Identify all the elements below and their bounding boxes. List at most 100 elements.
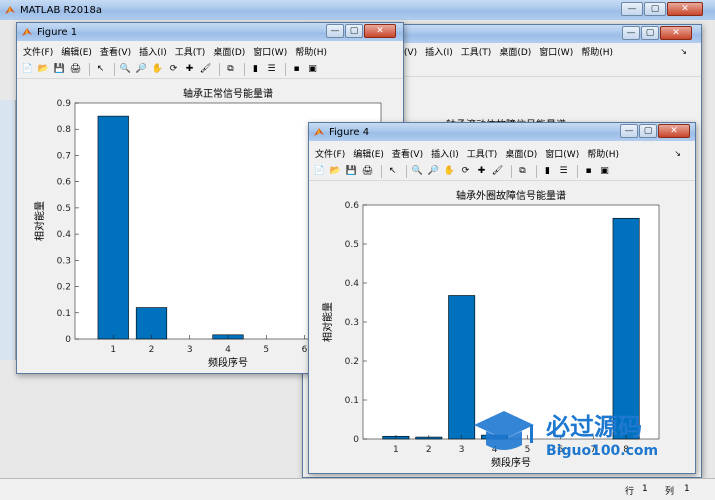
figure1-menu-help[interactable]: 帮助(H) — [295, 45, 327, 58]
figure1-menu-window[interactable]: 窗口(W) — [253, 45, 287, 58]
y-tick-label: 0.5 — [345, 240, 359, 250]
figure1-menu-desktop[interactable]: 桌面(D) — [213, 45, 245, 58]
pan-icon[interactable]: ✋ — [443, 165, 456, 178]
figure4-menu-file[interactable]: 文件(F) — [315, 147, 345, 160]
y-tick-label: 0.6 — [57, 178, 72, 188]
new-figure-icon[interactable]: 📄 — [313, 165, 326, 178]
y-tick-label: 0.8 — [57, 125, 72, 135]
figure1-toolbar: 📄 📂 💾 🖨 ↖ 🔍 🔎 ✋ ⟳ ✚ 🖌 ⧉ ▮ ☰ ▪ ▣ — [17, 61, 403, 79]
zoom-out-icon[interactable]: 🔎 — [135, 63, 148, 76]
zoom-out-icon[interactable]: 🔎 — [427, 165, 440, 178]
pan-icon[interactable]: ✋ — [151, 63, 164, 76]
figure3-dock-icon[interactable]: ↘ — [680, 47, 687, 56]
brush-icon[interactable]: 🖌 — [199, 63, 212, 76]
y-tick-label: 0.2 — [345, 357, 359, 367]
legend-icon[interactable]: ☰ — [557, 165, 570, 178]
data-cursor-icon[interactable]: ✚ — [183, 63, 196, 76]
link-plot-icon[interactable]: ⧉ — [224, 63, 237, 76]
rotate-icon[interactable]: ⟳ — [167, 63, 180, 76]
colorbar-icon[interactable]: ▮ — [541, 165, 554, 178]
show-plot-tools-icon[interactable]: ▣ — [598, 165, 611, 178]
y-axis-label: 相对能量 — [321, 302, 334, 342]
figure4-menubar: 文件(F) 编辑(E) 查看(V) 插入(I) 工具(T) 桌面(D) 窗口(W… — [309, 145, 695, 161]
figure4-menu-help[interactable]: 帮助(H) — [587, 147, 619, 160]
watermark-brand: 必过源码 — [546, 413, 642, 441]
figure3-menu-desktop[interactable]: 桌面(D) — [499, 45, 531, 58]
y-tick-label: 0.2 — [57, 283, 71, 293]
matlab-logo-icon — [5, 6, 15, 14]
matlab-title: MATLAB R2018a — [20, 4, 103, 16]
x-tick-label: 3 — [187, 345, 193, 355]
figure3-menu-window[interactable]: 窗口(W) — [539, 45, 573, 58]
new-figure-icon[interactable]: 📄 — [21, 63, 34, 76]
x-tick-label: 3 — [459, 445, 465, 455]
figure1-title: Figure 1 — [37, 26, 78, 38]
show-plot-tools-icon[interactable]: ▣ — [306, 63, 319, 76]
hide-plot-tools-icon[interactable]: ▪ — [290, 63, 303, 76]
zoom-in-icon[interactable]: 🔍 — [119, 63, 132, 76]
figure4-menu-insert[interactable]: 插入(I) — [431, 147, 459, 160]
print-icon[interactable]: 🖨 — [69, 63, 82, 76]
figure4-maximize-button[interactable]: ▢ — [639, 124, 657, 138]
legend-icon[interactable]: ☰ — [265, 63, 278, 76]
open-file-icon[interactable]: 📂 — [37, 63, 50, 76]
zoom-in-icon[interactable]: 🔍 — [411, 165, 424, 178]
figure3-menu-help[interactable]: 帮助(H) — [581, 45, 613, 58]
y-tick-label: 0.5 — [57, 204, 71, 214]
rotate-icon[interactable]: ⟳ — [459, 165, 472, 178]
save-icon[interactable]: 💾 — [53, 63, 66, 76]
x-tick-label: 6 — [302, 345, 308, 355]
figure3-menu-insert[interactable]: 插入(I) — [425, 45, 453, 58]
figure3-menu-tools[interactable]: 工具(T) — [461, 45, 492, 58]
figure1-menu-edit[interactable]: 编辑(E) — [61, 45, 92, 58]
x-tick-label: 4 — [225, 345, 231, 355]
figure1-close-button[interactable]: ✕ — [364, 24, 396, 38]
status-row-value: 1 — [642, 484, 648, 494]
pointer-icon[interactable]: ↖ — [94, 63, 107, 76]
toolbar-separator — [511, 165, 512, 178]
figure3-minimize-button[interactable]: — — [622, 26, 640, 40]
open-file-icon[interactable]: 📂 — [329, 165, 342, 178]
status-col-value: 1 — [684, 484, 690, 494]
link-plot-icon[interactable]: ⧉ — [516, 165, 529, 178]
figure4-close-button[interactable]: ✕ — [658, 124, 690, 138]
figure1-maximize-button[interactable]: ▢ — [345, 24, 363, 38]
matlab-window-controls: — ▢ ✕ — [620, 2, 703, 16]
figure4-minimize-button[interactable]: — — [620, 124, 638, 138]
figure3-close-button[interactable]: ✕ — [660, 26, 692, 40]
y-tick-label: 0.4 — [57, 230, 72, 240]
pointer-icon[interactable]: ↖ — [386, 165, 399, 178]
colorbar-icon[interactable]: ▮ — [249, 63, 262, 76]
figure4-menu-window[interactable]: 窗口(W) — [545, 147, 579, 160]
maximize-button[interactable]: ▢ — [644, 2, 666, 16]
print-icon[interactable]: 🖨 — [361, 165, 374, 178]
minimize-button[interactable]: — — [621, 2, 643, 16]
brush-icon[interactable]: 🖌 — [491, 165, 504, 178]
bar-1 — [97, 115, 129, 340]
y-axis-label: 相对能量 — [33, 201, 46, 241]
chart-title: 轴承正常信号能量谱 — [183, 87, 273, 100]
figure1-menu-file[interactable]: 文件(F) — [23, 45, 53, 58]
toolbar-separator — [577, 165, 578, 178]
figure3-maximize-button[interactable]: ▢ — [641, 26, 659, 40]
y-tick-label: 0.6 — [345, 201, 360, 211]
figure1-menu-tools[interactable]: 工具(T) — [175, 45, 206, 58]
toolbar-separator — [219, 63, 220, 76]
hide-plot-tools-icon[interactable]: ▪ — [582, 165, 595, 178]
save-icon[interactable]: 💾 — [345, 165, 358, 178]
figure4-menu-tools[interactable]: 工具(T) — [467, 147, 498, 160]
figure4-dock-icon[interactable]: ↘ — [674, 149, 681, 158]
x-tick-label: 2 — [149, 345, 155, 355]
x-tick-label: 5 — [263, 345, 269, 355]
figure4-menu-desktop[interactable]: 桌面(D) — [505, 147, 537, 160]
y-tick-label: 0.3 — [57, 256, 71, 266]
data-cursor-icon[interactable]: ✚ — [475, 165, 488, 178]
figure4-menu-edit[interactable]: 编辑(E) — [353, 147, 384, 160]
figure1-menu-insert[interactable]: 插入(I) — [139, 45, 167, 58]
figure1-window-controls: — ▢ ✕ — [325, 24, 396, 38]
close-button[interactable]: ✕ — [667, 2, 703, 16]
figure1-menu-view[interactable]: 查看(V) — [100, 45, 131, 58]
toolbar-separator — [114, 63, 115, 76]
figure4-menu-view[interactable]: 查看(V) — [392, 147, 423, 160]
figure1-minimize-button[interactable]: — — [326, 24, 344, 38]
